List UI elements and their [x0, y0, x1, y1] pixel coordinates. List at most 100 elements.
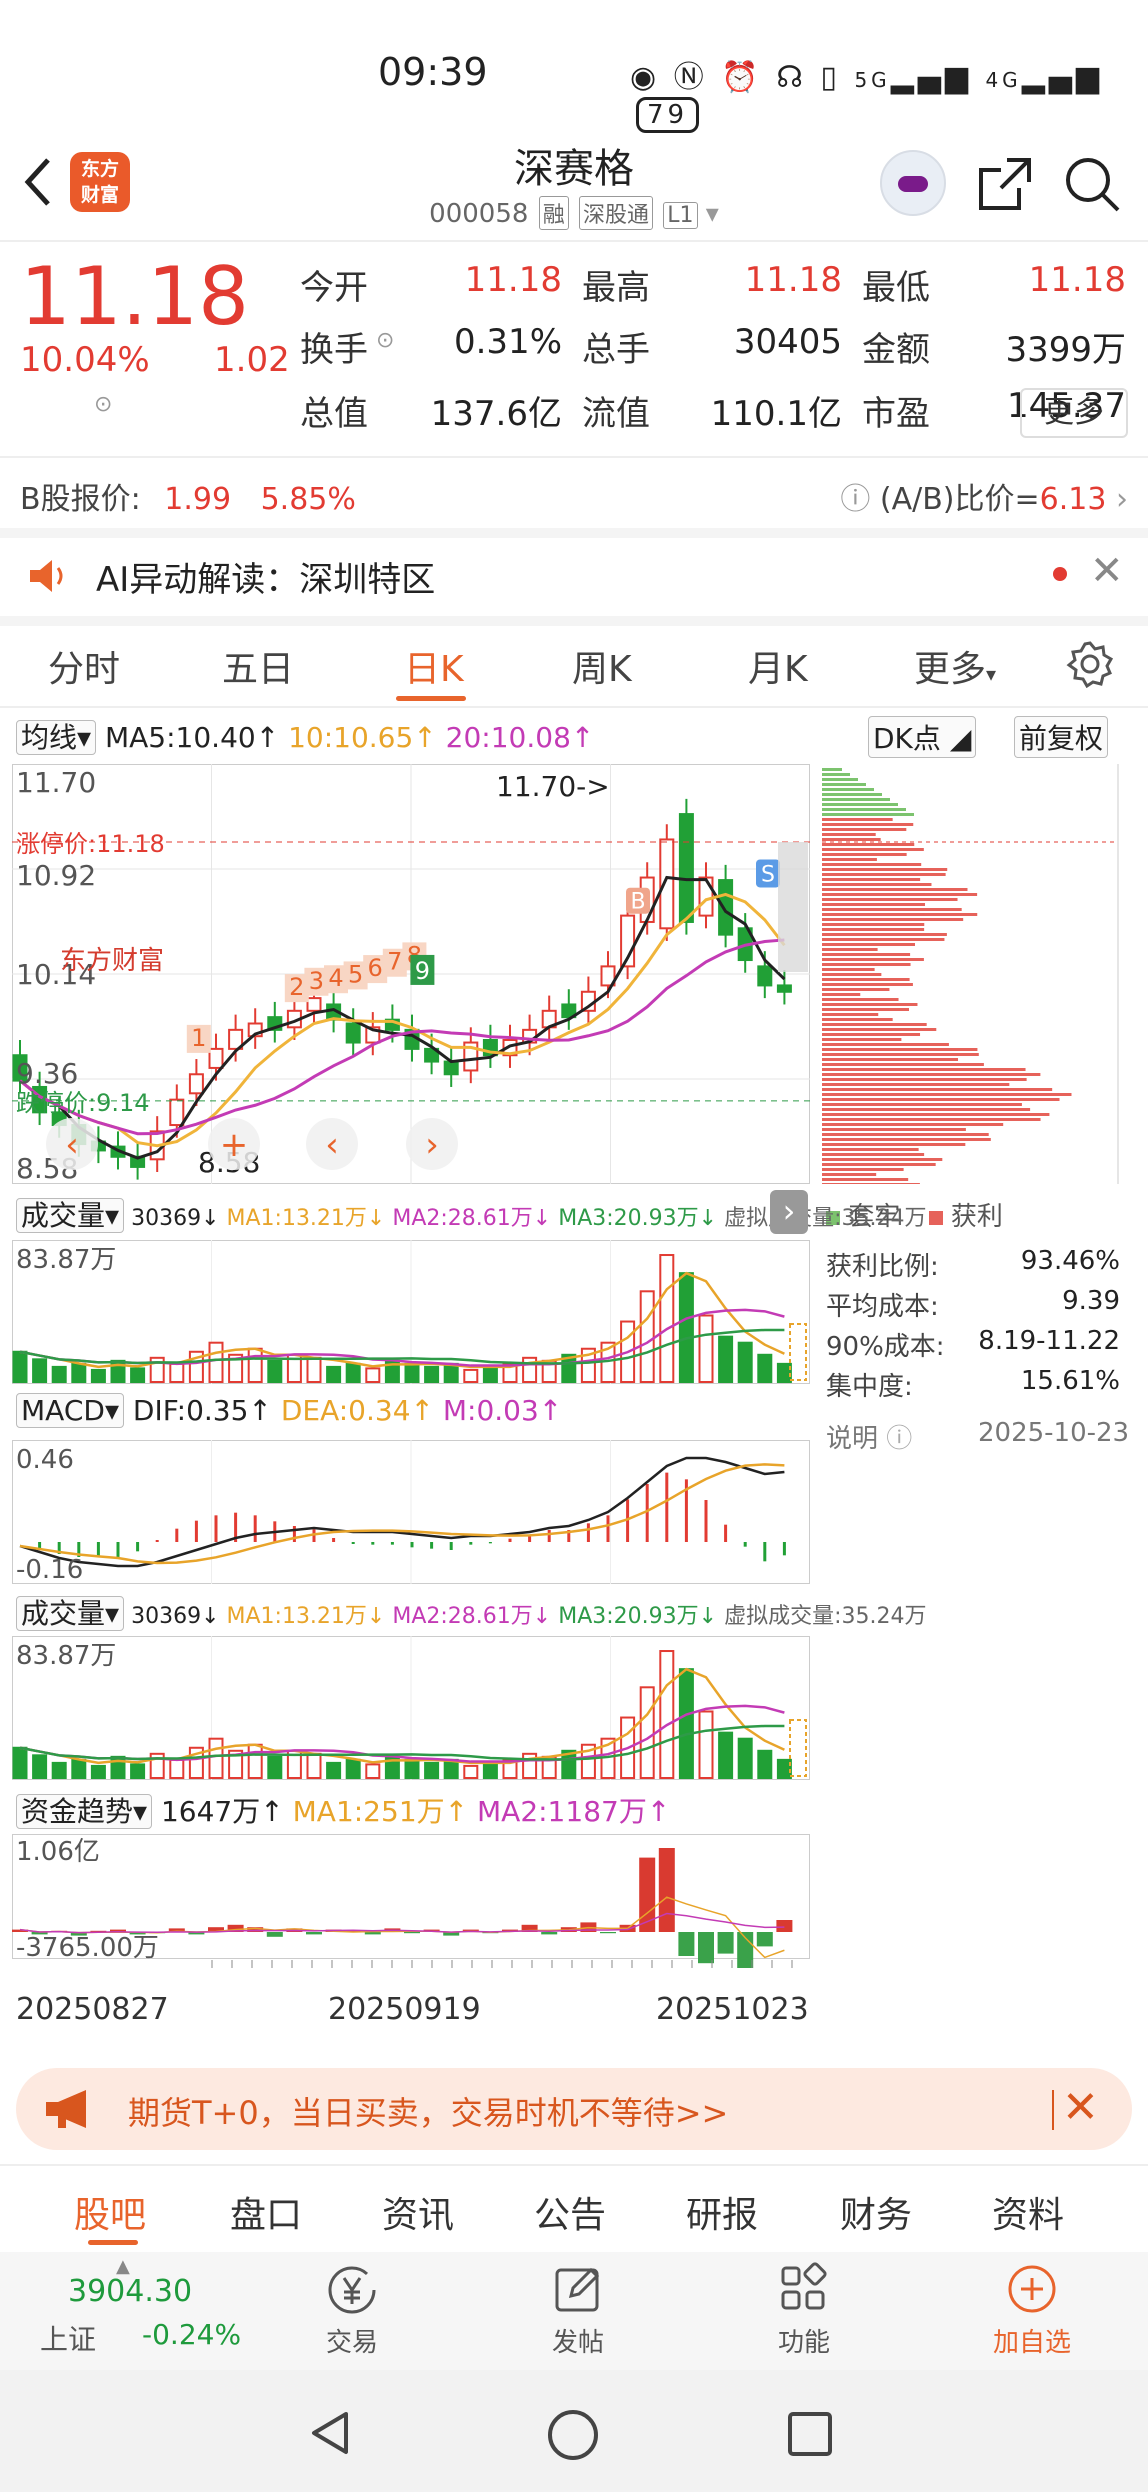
macd-top-label: 0.46 [16, 1445, 74, 1475]
chip-bar [822, 968, 875, 971]
macd-bottom-label: -0.16 [16, 1555, 83, 1584]
kline-overlay-button[interactable]: › [406, 1118, 458, 1170]
settings-icon[interactable] [1066, 640, 1114, 692]
volume-bar [306, 1356, 322, 1384]
expand-panel-button[interactable]: › [770, 1190, 808, 1234]
fund-select[interactable]: 资金趋势▾ [16, 1794, 153, 1829]
ab-ratio[interactable]: ⓘ (A/B)比价=6.13 › [840, 474, 1128, 518]
ab-ratio-label: (A/B)比价= [879, 482, 1040, 517]
function-button[interactable]: 功能 [744, 2260, 864, 2359]
tab-monthly-k[interactable]: 月K [748, 640, 808, 692]
volume-value: 30369↓ [131, 1206, 220, 1231]
nfc-icon: Ⓝ [673, 60, 708, 95]
chip-bar [822, 1183, 920, 1184]
chip-bar [822, 1003, 918, 1006]
volume-bar [306, 1752, 322, 1780]
kline-overlay-button[interactable]: ‹ [306, 1118, 358, 1170]
dk-point-button[interactable]: DK点 ◢ [868, 716, 977, 758]
close-icon[interactable]: ✕ [1090, 548, 1124, 594]
volume-select[interactable]: 成交量▾ [16, 1198, 125, 1233]
share-icon[interactable] [975, 154, 1035, 214]
quote-label: 最低 [862, 268, 930, 308]
chip-bar [822, 918, 964, 921]
profit-swatch [928, 1211, 943, 1225]
search-icon[interactable] [1060, 152, 1124, 216]
chip-bar [822, 1098, 1060, 1101]
tab-intraday[interactable]: 分时 [48, 640, 120, 692]
volume-bar [482, 1761, 498, 1779]
volume-ma3: MA3:20.93万↓ [558, 1206, 718, 1231]
bottom-tab[interactable]: 研报 [686, 2186, 758, 2238]
adjust-button[interactable]: 前复权 [1014, 716, 1109, 758]
volume-bar [404, 1362, 420, 1383]
bottom-tab[interactable]: 资料 [992, 2186, 1064, 2238]
trade-button[interactable]: 交易 [292, 2260, 412, 2359]
chip-bar [822, 953, 911, 956]
nine-turn-label: 3 [309, 967, 324, 995]
fund-bar [600, 1932, 616, 1934]
chip-note[interactable]: 说明 ⓘ [826, 1418, 912, 1455]
volume2-ma3: MA3:20.93万↓ [558, 1604, 718, 1629]
volume-bar [757, 1749, 773, 1779]
chip-bar [822, 983, 913, 986]
kline-overlay-button[interactable]: ‹ [46, 1118, 98, 1170]
quote-value: 11.18 [744, 260, 842, 300]
assistant-avatar[interactable] [880, 150, 946, 216]
volume-virtual: 虚拟成交量:35.24万 [724, 1206, 927, 1231]
back-nav-icon[interactable] [306, 2408, 356, 2458]
info-icon: ⓘ [886, 1424, 913, 1454]
macd-legend: MACD▾ DIF:0.35↑ DEA:0.34↑ M:0.03↑ [16, 1393, 562, 1428]
bottom-tab[interactable]: 盘口 [230, 2186, 302, 2238]
promo-banner-text[interactable]: 期货T+0，当日买卖，交易时机不等待>> [128, 2088, 728, 2134]
tab-more-label: 更多 [914, 649, 987, 690]
eye-icon: ◉ [630, 60, 661, 95]
tab-weekly-k[interactable]: 周K [572, 640, 632, 692]
volume-bar [463, 1368, 479, 1384]
close-icon[interactable]: ✕ [1062, 2082, 1099, 2133]
macd-dif: DIF:0.35↑ [132, 1394, 272, 1427]
alarm-icon: ⏰ [721, 60, 763, 95]
ma-select[interactable]: 均线▾ [16, 720, 97, 755]
chip-bar [822, 1068, 1026, 1071]
bottom-tab[interactable]: 公告 [534, 2186, 606, 2238]
kline-overlay-button[interactable]: + [208, 1118, 260, 1170]
tab-five-day[interactable]: 五日 [222, 640, 294, 692]
fund-bar [776, 1920, 793, 1932]
quote-value: 30405 [733, 322, 842, 362]
fund-ma2: MA2:1187万↑ [477, 1795, 671, 1828]
bottom-tab[interactable]: 财务 [840, 2186, 912, 2238]
post-button[interactable]: 发帖 [518, 2260, 638, 2359]
bottom-tab[interactable]: 股吧 [74, 2186, 146, 2238]
chip-bar [822, 783, 866, 786]
recents-nav-icon[interactable] [786, 2410, 834, 2458]
volume-bar [678, 1272, 694, 1384]
volume-bar [659, 1254, 675, 1384]
volume-bar [678, 1668, 694, 1780]
macd-select[interactable]: MACD▾ [16, 1393, 124, 1428]
overlay-button-glyph: ‹ [325, 1125, 339, 1165]
add-watchlist-label: 加自选 [992, 2328, 1071, 2358]
tab-daily-k[interactable]: 日K [404, 640, 464, 692]
chip-bar [822, 1178, 909, 1181]
chip-bar [822, 858, 877, 861]
active-tab-indicator [88, 2240, 138, 2245]
chip-bar [822, 778, 858, 781]
fund-bar [717, 1932, 734, 1954]
add-watchlist-button[interactable]: 加自选 [972, 2260, 1092, 2359]
bottom-tab[interactable]: 资讯 [382, 2186, 454, 2238]
tab-more[interactable]: 更多▾ [914, 640, 996, 692]
chip-bar [822, 853, 907, 856]
volume-bar [12, 1350, 28, 1383]
volume2-select[interactable]: 成交量▾ [16, 1596, 125, 1631]
volume-bar [169, 1362, 185, 1383]
volume-bar [482, 1365, 498, 1383]
volume-bar [208, 1341, 224, 1384]
candle-body [678, 813, 694, 923]
home-nav-icon[interactable] [546, 2408, 600, 2462]
index-ticker[interactable]: ▲ 3904.30 上证 -0.24% [20, 2252, 260, 2370]
ai-insight-text[interactable]: AI异动解读：深圳特区 [96, 552, 435, 601]
more-button[interactable]: 更多 [1020, 388, 1128, 438]
chip-bar [822, 1073, 1041, 1076]
chip-bar [822, 938, 945, 941]
chip-bar [822, 848, 924, 851]
